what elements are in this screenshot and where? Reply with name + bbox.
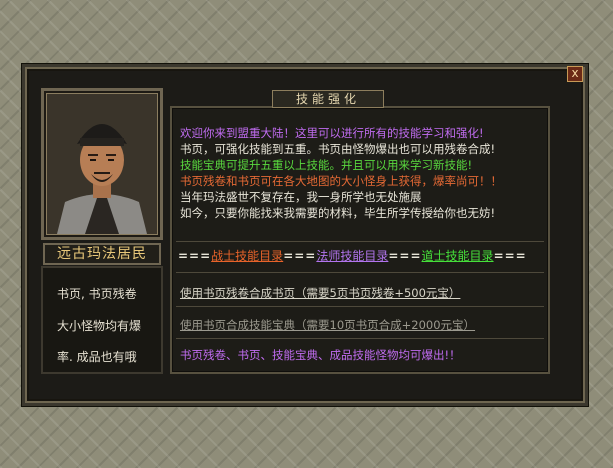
warrior-skills-link[interactable]: 战士技能目录: [211, 249, 283, 263]
intro-line: 当年玛法盛世不复存在，我一身所学也无处施展: [180, 190, 422, 204]
mage-skills-link[interactable]: 法师技能目录: [316, 249, 388, 263]
npc-name: 远古玛法居民: [43, 243, 161, 265]
nav-separator: ===: [178, 249, 212, 263]
divider: [176, 306, 544, 307]
dialog-title: 技能强化: [272, 90, 384, 108]
divider: [176, 241, 544, 242]
craft-page-link[interactable]: 使用书页残卷合成书页（需要5页书页残卷+500元宝）: [180, 285, 460, 301]
divider: [176, 338, 544, 339]
intro-line: 书页，可强化技能到五重。书页由怪物爆出也可以用残卷合成!: [180, 142, 496, 156]
taoist-skills-link[interactable]: 道士技能目录: [422, 249, 494, 263]
drop-info-text: 书页残卷、书页、技能宝典、成品技能怪物均可爆出!！: [180, 348, 461, 362]
left-info-line: 大小怪物均有爆: [57, 319, 142, 333]
close-button[interactable]: x: [567, 66, 583, 82]
intro-line: 技能宝典可提升五重以上技能。并且可以用来学习新技能!: [180, 158, 473, 172]
left-info-panel: 书页, 书页残卷 大小怪物均有爆 率. 成品也有哦: [41, 266, 163, 374]
nav-separator: ===: [493, 249, 527, 263]
nav-separator: ===: [283, 249, 317, 263]
nav-separator: ===: [388, 249, 422, 263]
divider: [176, 272, 544, 273]
craft-skillbook-link[interactable]: 使用书页合成技能宝典（需要10页书页合成+2000元宝）: [180, 317, 475, 333]
left-info-line: 书页, 书页残卷: [57, 287, 137, 301]
intro-line: 书页残卷和书页可在各大地图的大小怪身上获得，爆率尚可！！: [180, 174, 502, 188]
class-nav: ===战士技能目录===法师技能目录===道士技能目录===: [178, 249, 527, 263]
npc-portrait: [41, 88, 163, 240]
intro-line: 如今，只要你能找来我需要的材料，毕生所学传授给你也无妨!: [180, 206, 496, 220]
npc-portrait-image: [47, 94, 157, 234]
intro-line: 欢迎你来到盟重大陆！这里可以进行所有的技能学习和强化!: [180, 126, 484, 140]
left-info-line: 率. 成品也有哦: [57, 350, 137, 364]
